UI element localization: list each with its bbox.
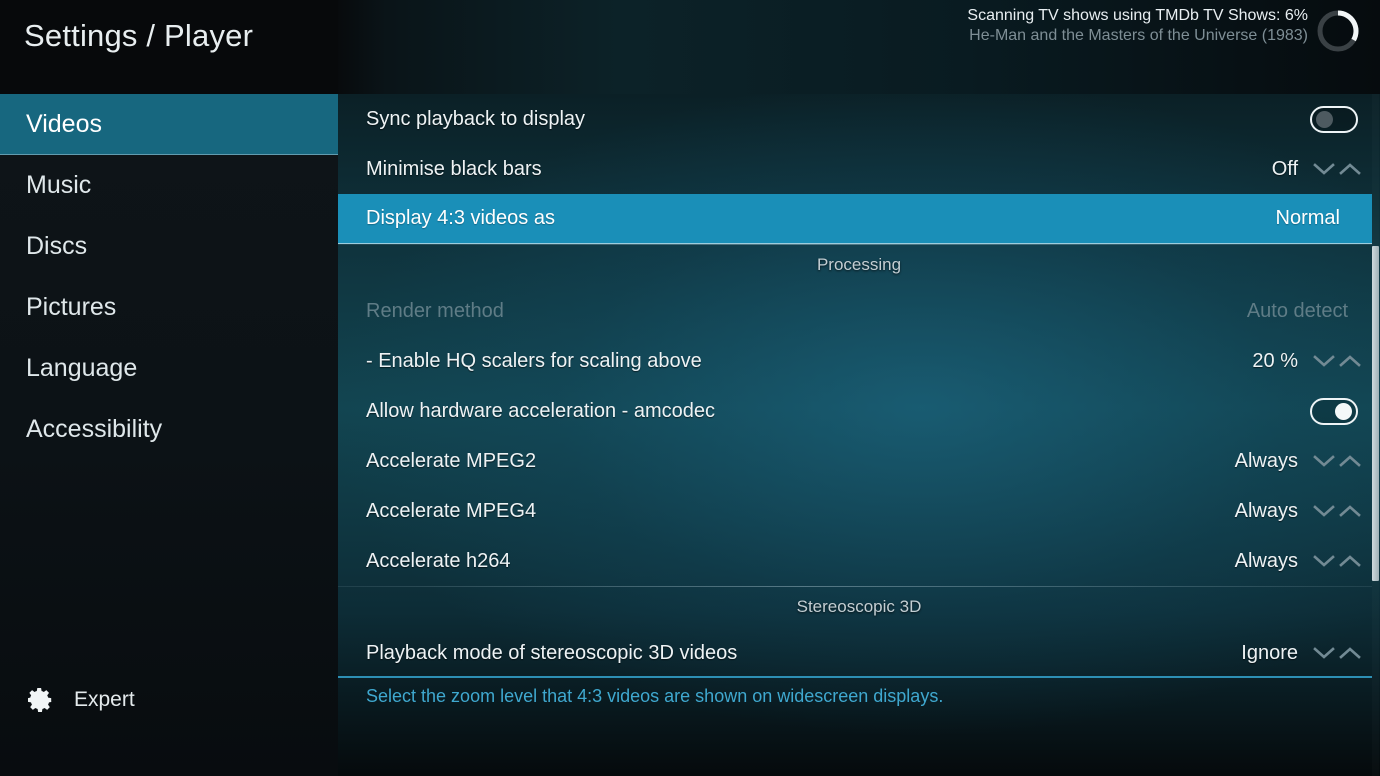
sidebar-item-accessibility[interactable]: Accessibility — [0, 399, 338, 460]
chevron-down-icon — [1313, 455, 1335, 467]
chevron-up-icon — [1339, 455, 1361, 467]
setting-row-render-method: Render method Auto detect — [338, 286, 1380, 336]
header-bar: Settings / Player Scanning TV shows usin… — [0, 0, 1380, 94]
scan-status-line: Scanning TV shows using TMDb TV Shows: 6… — [967, 7, 1308, 24]
setting-label: Minimise black bars — [366, 157, 542, 180]
setting-label: Display 4:3 videos as — [366, 207, 555, 229]
toggle-knob — [1316, 110, 1333, 128]
setting-value: Always — [1234, 549, 1298, 572]
toggle-switch-off[interactable] — [1310, 105, 1358, 133]
setting-row-allow-hardware-acceleration-amcodec[interactable]: Allow hardware acceleration - amcodec On — [338, 386, 1380, 436]
spinner-controls[interactable] — [1308, 503, 1366, 519]
spinner-controls[interactable] — [1308, 453, 1366, 469]
sidebar-item-music[interactable]: Music — [0, 155, 338, 216]
setting-row-sync-playback-to-display[interactable]: Sync playback to display Off — [338, 94, 1380, 144]
sidebar-item-discs[interactable]: Discs — [0, 216, 338, 277]
setting-value: Always — [1234, 499, 1298, 522]
sidebar: Videos Music Discs Pictures Language Acc… — [0, 94, 338, 776]
chevron-up-icon — [1339, 163, 1361, 175]
help-divider — [338, 676, 1372, 678]
setting-label: Playback mode of stereoscopic 3D videos — [366, 641, 738, 664]
section-title: Stereoscopic 3D — [796, 597, 922, 616]
setting-label: Accelerate h264 — [366, 549, 511, 572]
chevron-down-icon — [1313, 555, 1335, 567]
scrollbar-track[interactable] — [1372, 94, 1379, 776]
setting-value: Ignore — [1241, 641, 1298, 664]
sidebar-item-label: Discs — [26, 232, 88, 260]
sidebar-item-label: Accessibility — [26, 415, 163, 443]
scrollbar-thumb[interactable] — [1372, 246, 1379, 581]
chevron-down-icon — [1313, 163, 1335, 175]
setting-label: Render method — [366, 299, 504, 322]
scan-status: Scanning TV shows using TMDb TV Shows: 6… — [967, 6, 1308, 46]
toggle-knob — [1335, 402, 1352, 420]
setting-row-accelerate-mpeg2[interactable]: Accelerate MPEG2 Always — [338, 436, 1380, 486]
sidebar-item-label: Videos — [26, 110, 102, 138]
section-title: Processing — [816, 255, 902, 274]
scan-current-item: He-Man and the Masters of the Universe (… — [969, 27, 1308, 44]
setting-row-accelerate-h264[interactable]: Accelerate h264 Always — [338, 536, 1380, 586]
sidebar-item-label: Language — [26, 354, 138, 382]
settings-level-label: Expert — [74, 688, 135, 711]
chevron-up-icon — [1339, 555, 1361, 567]
chevron-up-icon — [1339, 505, 1361, 517]
help-bar: Select the zoom level that 4:3 videos ar… — [338, 676, 1380, 722]
spinner-controls[interactable] — [1308, 645, 1366, 661]
setting-value: 20 % — [1252, 349, 1298, 372]
kodi-settings-window: Settings / Player Scanning TV shows usin… — [0, 0, 1380, 776]
setting-row-display-4-3-videos-as[interactable]: Display 4:3 videos as Normal — [338, 194, 1372, 244]
chevron-down-icon — [1313, 355, 1335, 367]
setting-value: Auto detect — [1246, 299, 1348, 322]
sidebar-item-pictures[interactable]: Pictures — [0, 277, 338, 338]
help-description: Select the zoom level that 4:3 videos ar… — [366, 686, 944, 706]
spinner-controls[interactable] — [1308, 553, 1366, 569]
spinner-controls[interactable] — [1308, 353, 1366, 369]
chevron-up-icon — [1339, 647, 1361, 659]
setting-label: Sync playback to display — [366, 107, 586, 130]
setting-label: Accelerate MPEG2 — [366, 449, 537, 472]
sidebar-item-label: Pictures — [26, 293, 117, 321]
loading-spinner-icon — [1314, 7, 1362, 55]
setting-row-minimise-black-bars[interactable]: Minimise black bars Off — [338, 144, 1380, 194]
settings-level-button[interactable]: Expert — [0, 676, 338, 724]
sidebar-item-videos[interactable]: Videos — [0, 94, 338, 155]
setting-value: Always — [1234, 449, 1298, 472]
gear-icon — [26, 686, 54, 714]
setting-label: Allow hardware acceleration - amcodec — [366, 399, 716, 422]
sidebar-item-label: Music — [26, 171, 92, 199]
sidebar-item-language[interactable]: Language — [0, 338, 338, 399]
setting-value: Off — [1271, 157, 1298, 180]
section-header-stereoscopic-3d: Stereoscopic 3D — [338, 586, 1380, 628]
settings-panel: Sync playback to display Off Minimise bl… — [338, 94, 1380, 776]
section-header-processing: Processing — [338, 244, 1380, 286]
page-title: Settings / Player — [24, 18, 254, 53]
setting-row-playback-mode-stereoscopic-3d[interactable]: Playback mode of stereoscopic 3D videos … — [338, 628, 1380, 678]
setting-value: Normal — [1275, 207, 1340, 229]
setting-row-accelerate-mpeg4[interactable]: Accelerate MPEG4 Always — [338, 486, 1380, 536]
setting-row-enable-hq-scalers[interactable]: - Enable HQ scalers for scaling above 20… — [338, 336, 1380, 386]
spinner-controls[interactable] — [1308, 161, 1366, 177]
chevron-down-icon — [1313, 647, 1335, 659]
setting-label: - Enable HQ scalers for scaling above — [366, 349, 702, 372]
settings-list: Sync playback to display Off Minimise bl… — [338, 94, 1380, 678]
toggle-switch-on[interactable] — [1310, 397, 1358, 425]
setting-label: Accelerate MPEG4 — [366, 499, 537, 522]
chevron-down-icon — [1313, 505, 1335, 517]
chevron-up-icon — [1339, 355, 1361, 367]
